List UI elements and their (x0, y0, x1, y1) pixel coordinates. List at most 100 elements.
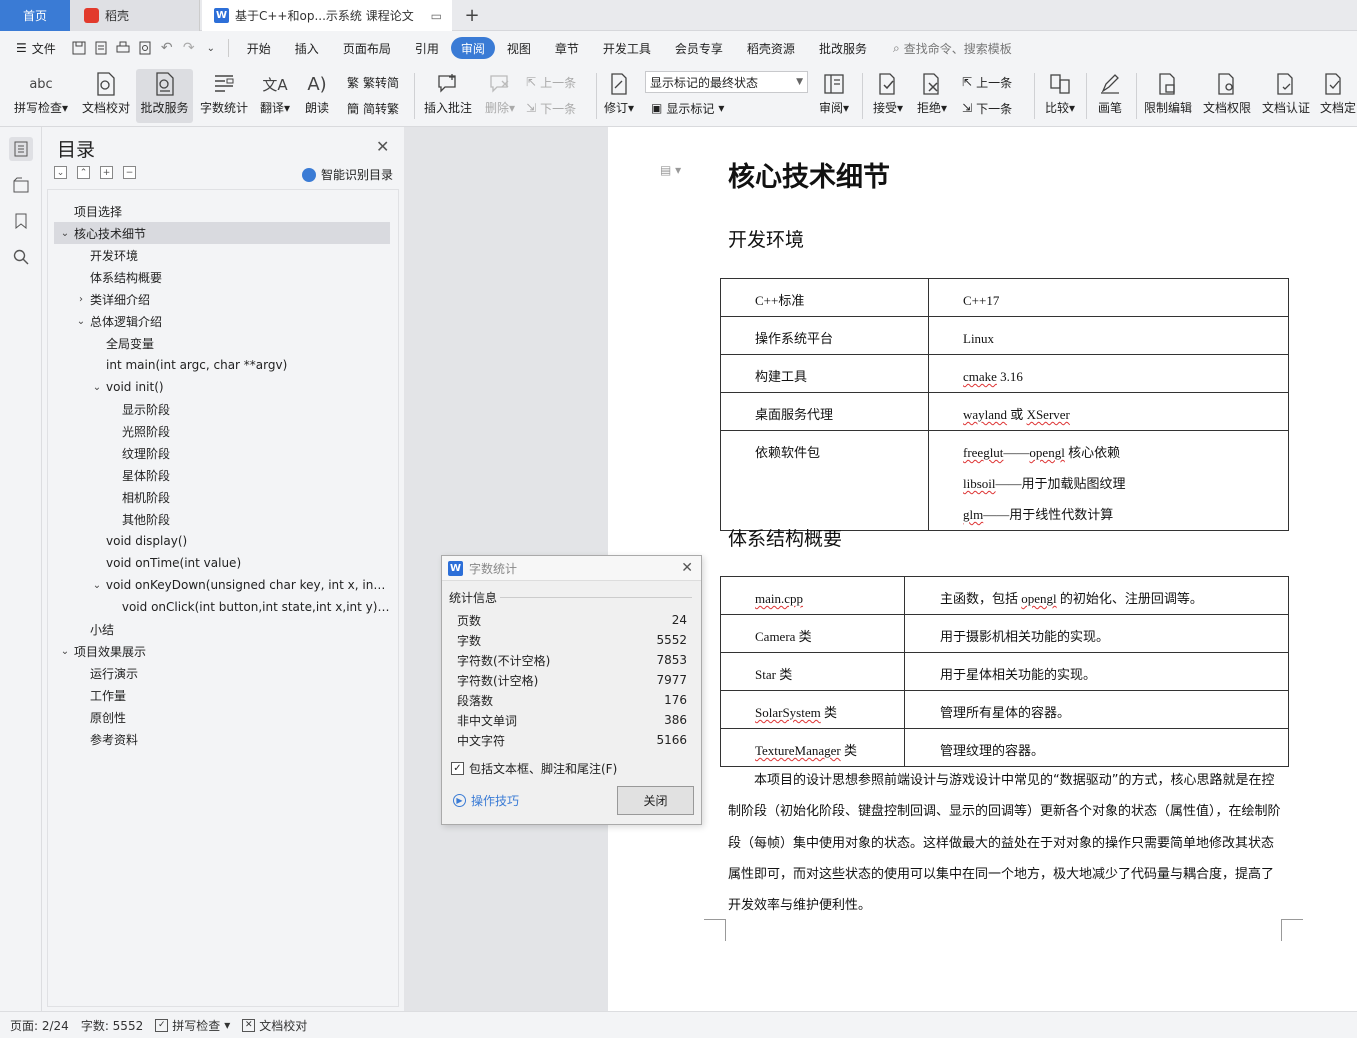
toc-item[interactable]: 纹理阶段 (54, 442, 390, 464)
next-change-button[interactable]: ⇲ 下一条 (962, 97, 1012, 119)
prev-comment-button[interactable]: ⇱ 上一条 (526, 71, 576, 93)
file-menu[interactable]: ☰ 文件 (0, 37, 68, 59)
toc-item[interactable]: ⌄ 项目效果展示 (54, 640, 390, 662)
reject-button[interactable]: 拒绝▾ (912, 69, 952, 123)
toc-item[interactable]: 相机阶段 (54, 486, 390, 508)
chapter-nav-icon[interactable] (9, 173, 33, 197)
document-permission-button[interactable]: 文档权限 (1199, 69, 1255, 123)
chevron-down-icon[interactable]: ⌄ (90, 382, 104, 393)
word-count-indicator[interactable]: 字数: 5552 (81, 1017, 143, 1034)
toc-item[interactable]: int main(int argc, char **argv) (54, 354, 390, 376)
toc-item[interactable]: 星体阶段 (54, 464, 390, 486)
markup-state-select[interactable]: 显示标记的最终状态 ▼ (645, 71, 808, 93)
toc-item[interactable]: 原创性 (54, 706, 390, 728)
spell-check-status[interactable]: ✓ 拼写检查 ▾ (155, 1017, 230, 1034)
undo-icon[interactable]: ↶ (156, 37, 178, 59)
toc-item[interactable]: void display() (54, 530, 390, 552)
menu-section[interactable]: 章节 (543, 37, 591, 59)
word-count-button[interactable]: 字数统计 (197, 69, 251, 123)
toc-item[interactable]: 显示阶段 (54, 398, 390, 420)
document-page[interactable]: ▤ ▾ 核心技术细节 开发环境 C++标准 C++17 操作系统平台 Linux 构… (608, 127, 1357, 1011)
tab-daoke[interactable]: 稻壳 (70, 0, 200, 31)
close-button[interactable]: 关闭 (617, 786, 694, 815)
proofread-button[interactable]: 文档校对 (78, 69, 134, 123)
next-comment-button[interactable]: ⇲ 下一条 (526, 97, 576, 119)
read-aloud-button[interactable]: A) 朗读 (298, 69, 336, 123)
tab-close-icon[interactable]: ▭ (431, 9, 442, 23)
track-changes-button[interactable]: 修订▾ (600, 69, 638, 123)
menu-start[interactable]: 开始 (235, 37, 283, 59)
toc-item[interactable]: 开发环境 (54, 244, 390, 266)
toc-item[interactable]: 小结 (54, 618, 390, 640)
insert-comment-button[interactable]: 插入批注 (420, 69, 476, 123)
toc-item[interactable]: ⌄ 总体逻辑介绍 (54, 310, 390, 332)
toc-item[interactable]: 其他阶段 (54, 508, 390, 530)
document-certify-button[interactable]: 文档认证 (1258, 69, 1314, 123)
toc-item[interactable]: void onTime(int value) (54, 552, 390, 574)
remove-level-icon[interactable]: − (123, 166, 136, 179)
toc-item[interactable]: 运行演示 (54, 662, 390, 684)
include-textbox-checkbox[interactable]: ✓ 包括文本框、脚注和尾注(F) (451, 760, 617, 777)
menu-view[interactable]: 视图 (495, 37, 543, 59)
smart-toc-button[interactable]: 智能识别目录 (302, 166, 393, 183)
menu-correction-service[interactable]: 批改服务 (807, 37, 879, 59)
redo-icon[interactable]: ↷ (178, 37, 200, 59)
chevron-right-icon[interactable]: › (74, 294, 88, 305)
toc-item[interactable]: 项目选择 (54, 200, 390, 222)
tab-document[interactable]: W 基于C++和op...示系统 课程论文 ▭ (202, 0, 452, 31)
simp-to-trad-button[interactable]: 簡简转繁 (347, 97, 399, 119)
print-preview-icon[interactable] (134, 37, 156, 59)
proofread-status[interactable]: ✕ 文档校对 (242, 1017, 307, 1034)
collapse-all-icon[interactable]: ⌄ (54, 166, 67, 179)
toc-panel-icon[interactable] (9, 137, 33, 161)
save-icon[interactable] (68, 37, 90, 59)
page-indicator[interactable]: 页面: 2/24 (10, 1017, 69, 1034)
search-icon[interactable] (9, 245, 33, 269)
tab-home[interactable]: 首页 (0, 0, 70, 31)
print-icon[interactable] (112, 37, 134, 59)
menu-insert[interactable]: 插入 (283, 37, 331, 59)
new-tab-button[interactable]: + (458, 0, 486, 31)
toc-item[interactable]: › 类详细介绍 (54, 288, 390, 310)
toc-item[interactable]: 全局变量 (54, 332, 390, 354)
spell-check-button[interactable]: abc 拼写检查▾ (8, 69, 74, 123)
toc-item[interactable]: 工作量 (54, 684, 390, 706)
toc-item[interactable]: void onClick(int button,int state,int x,… (54, 596, 390, 618)
menu-member[interactable]: 会员专享 (663, 37, 735, 59)
tips-link[interactable]: ▶ 操作技巧 (453, 792, 519, 809)
close-icon[interactable]: ✕ (681, 560, 693, 576)
chevron-down-icon[interactable]: ⌄ (58, 228, 72, 239)
toc-item[interactable]: 参考资料 (54, 728, 390, 750)
chevron-down-icon[interactable]: ⌄ (74, 316, 88, 327)
chevron-down-icon[interactable]: ⌄ (90, 580, 104, 591)
document-finalize-button[interactable]: 文档定 (1320, 69, 1357, 123)
compare-button[interactable]: 比较▾ (1040, 69, 1080, 123)
toc-item[interactable]: ⌄ void onKeyDown(unsigned char key, int x… (54, 574, 390, 596)
translate-button[interactable]: 文A 翻译▾ (255, 69, 295, 123)
expand-up-icon[interactable]: ⌃ (77, 166, 90, 179)
toc-item[interactable]: 光照阶段 (54, 420, 390, 442)
chevron-down-icon[interactable]: ⌄ (58, 646, 72, 657)
export-pdf-icon[interactable] (90, 37, 112, 59)
restrict-editing-button[interactable]: 限制编辑 (1140, 69, 1196, 123)
pen-button[interactable]: 画笔 (1090, 69, 1130, 123)
close-icon[interactable]: ✕ (376, 137, 389, 156)
command-search[interactable]: ⌕ 查找命令、搜索模板 (893, 40, 1012, 57)
bookmark-icon[interactable] (9, 209, 33, 233)
menu-daoke-resources[interactable]: 稻壳资源 (735, 37, 807, 59)
prev-change-button[interactable]: ⇱ 上一条 (962, 71, 1012, 93)
toc-item[interactable]: ⌄ 核心技术细节 (54, 222, 390, 244)
toc-item[interactable]: 体系结构概要 (54, 266, 390, 288)
menu-developer[interactable]: 开发工具 (591, 37, 663, 59)
correction-service-button[interactable]: 批改服务 (136, 69, 193, 123)
add-level-icon[interactable]: + (100, 166, 113, 179)
menu-references[interactable]: 引用 (403, 37, 451, 59)
accept-button[interactable]: 接受▾ (868, 69, 908, 123)
trad-to-simp-button[interactable]: 繁繁转简 (347, 71, 399, 93)
toc-item[interactable]: ⌄ void init() (54, 376, 390, 398)
customize-toolbar-icon[interactable]: ⌄ (200, 37, 222, 59)
review-pane-button[interactable]: 审阅▾ (814, 69, 854, 123)
page-options-icon[interactable]: ▤ ▾ (660, 163, 681, 177)
menu-layout[interactable]: 页面布局 (331, 37, 403, 59)
menu-review[interactable]: 审阅 (450, 37, 495, 59)
